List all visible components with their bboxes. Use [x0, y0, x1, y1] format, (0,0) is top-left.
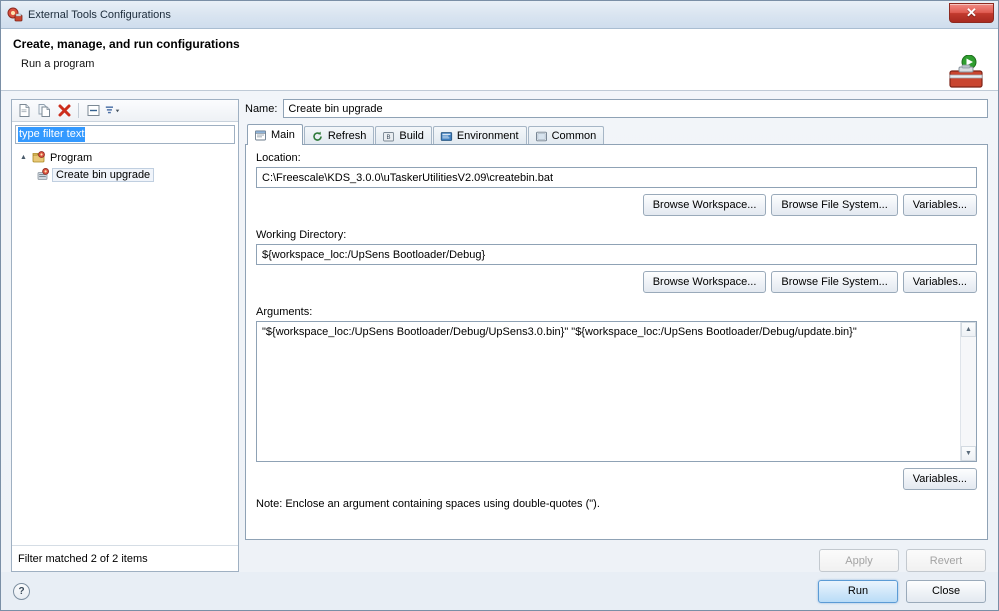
- red-x-icon[interactable]: [55, 102, 73, 120]
- search-input[interactable]: type filter text: [15, 125, 235, 144]
- tab-label: Build: [399, 130, 424, 142]
- arguments-label: Arguments:: [256, 306, 313, 318]
- tab-bar: Main Refresh B Build Environment Common: [247, 124, 988, 145]
- arguments-scrollbar[interactable]: ▲ ▼: [960, 322, 976, 461]
- main-tab-panel: Location: Browse Workspace... Browse Fil…: [245, 144, 988, 540]
- name-row: Name:: [245, 99, 988, 118]
- window-titlebar: External Tools Configurations ✕: [1, 1, 998, 29]
- tab-label: Refresh: [327, 130, 367, 142]
- tab-refresh[interactable]: Refresh: [303, 126, 375, 145]
- dialog-body: type filter text ▲ Program Create bin up…: [1, 91, 998, 572]
- toolbox-run-icon: [932, 54, 984, 93]
- workdir-browse-workspace-button[interactable]: Browse Workspace...: [642, 271, 767, 293]
- copy-doc-icon[interactable]: [35, 102, 53, 120]
- arguments-textarea[interactable]: "${workspace_loc:/UpSens Bootloader/Debu…: [256, 321, 977, 462]
- window-close-button[interactable]: ✕: [949, 2, 994, 23]
- location-input[interactable]: [256, 167, 977, 188]
- workdir-browse-file-system-button[interactable]: Browse File System...: [771, 271, 898, 293]
- toolbar-separator: [78, 103, 79, 118]
- working-directory-buttons: Browse Workspace... Browse File System..…: [256, 271, 977, 293]
- working-directory-label: Working Directory:: [256, 229, 347, 241]
- collapse-all-icon[interactable]: [84, 102, 102, 120]
- location-buttons: Browse Workspace... Browse File System..…: [256, 194, 977, 216]
- environment-tab-icon: [440, 130, 453, 143]
- filter-arrow-icon[interactable]: [104, 102, 122, 120]
- footer-buttons: Run Close: [818, 579, 986, 603]
- refresh-tab-icon: [311, 130, 324, 143]
- svg-text:B: B: [387, 135, 391, 141]
- tab-main[interactable]: Main: [247, 124, 303, 145]
- common-tab-icon: [535, 130, 548, 143]
- revert-button[interactable]: Revert: [906, 549, 986, 572]
- workdir-variables-button[interactable]: Variables...: [902, 271, 977, 293]
- scroll-down-icon[interactable]: ▼: [961, 446, 976, 461]
- dialog-footer: ? Run Close: [1, 572, 998, 610]
- location-browse-workspace-button[interactable]: Browse Workspace...: [642, 194, 767, 216]
- tab-environment[interactable]: Environment: [432, 126, 527, 145]
- external-tools-configurations-window: External Tools Configurations ✕ Create, …: [0, 0, 999, 611]
- configuration-editor: Name: Main: [245, 99, 988, 572]
- name-label: Name:: [245, 102, 278, 115]
- name-input[interactable]: [283, 99, 988, 118]
- working-directory-input[interactable]: [256, 244, 977, 265]
- tab-common[interactable]: Common: [527, 126, 605, 145]
- arguments-buttons: Variables...: [256, 468, 977, 490]
- tab-label: Main: [271, 129, 295, 141]
- apply-button[interactable]: Apply: [819, 549, 899, 572]
- dialog-header: Create, manage, and run configurations R…: [1, 29, 998, 91]
- new-doc-icon[interactable]: [15, 102, 33, 120]
- configurations-panel: type filter text ▲ Program Create bin up…: [11, 99, 239, 572]
- configurations-tree: ▲ Program Create bin upgrade: [12, 144, 238, 545]
- filter-status-text: Filter matched 2 of 2 items: [12, 545, 238, 571]
- location-variables-button[interactable]: Variables...: [902, 194, 977, 216]
- tab-label: Common: [551, 130, 597, 142]
- apply-revert-row: Apply Revert: [245, 540, 988, 572]
- build-tab-icon: B: [382, 130, 395, 143]
- page-title: Create, manage, and run configurations: [13, 37, 240, 51]
- arguments-value: "${workspace_loc:/UpSens Bootloader/Debu…: [262, 326, 857, 338]
- filter-input-value: type filter text: [18, 127, 86, 142]
- program-folder-icon: [32, 151, 45, 164]
- chevron-down-icon[interactable]: ▲: [18, 152, 29, 163]
- program-config-icon: [36, 168, 50, 181]
- configurations-toolbar: [12, 100, 238, 122]
- scroll-up-icon[interactable]: ▲: [961, 322, 976, 337]
- tree-item-create-bin-upgrade[interactable]: Create bin upgrade: [18, 166, 238, 183]
- external-tools-icon: [7, 7, 23, 23]
- arguments-variables-button[interactable]: Variables...: [902, 468, 977, 490]
- arguments-note: Note: Enclose an argument containing spa…: [256, 498, 600, 510]
- window-title: External Tools Configurations: [28, 8, 171, 21]
- location-browse-file-system-button[interactable]: Browse File System...: [771, 194, 898, 216]
- main-tab-icon: [254, 129, 267, 142]
- help-icon[interactable]: ?: [13, 582, 30, 600]
- tree-item-label: Program: [50, 151, 93, 164]
- page-subtitle: Run a program: [21, 58, 95, 70]
- tree-item-program[interactable]: ▲ Program: [18, 149, 238, 166]
- close-icon: ✕: [966, 5, 977, 20]
- filter-field-wrapper: type filter text: [12, 122, 238, 144]
- tree-item-label: Create bin upgrade: [52, 167, 155, 182]
- close-button[interactable]: Close: [906, 579, 986, 603]
- tab-label: Environment: [456, 130, 519, 142]
- run-button[interactable]: Run: [818, 579, 898, 603]
- tab-build[interactable]: B Build: [375, 126, 432, 145]
- location-label: Location:: [256, 152, 301, 164]
